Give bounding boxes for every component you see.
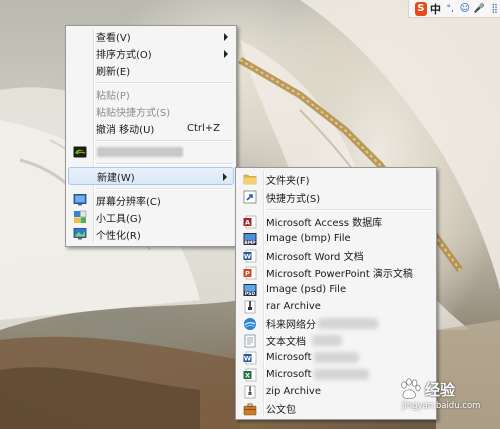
- menu-item-personalize[interactable]: 个性化(R): [68, 226, 234, 243]
- desktop-context-menu: 查看(V) 排序方式(O) 刷新(E) 粘贴(P) 粘贴快捷方式(S) 撤消 移…: [65, 25, 237, 247]
- ime-punctuation-toggle[interactable]: °,: [444, 2, 456, 16]
- new-item-shortcut[interactable]: 快捷方式(S): [238, 188, 434, 206]
- menu-item-label: 文本文档: [266, 337, 306, 348]
- menu-item-label: 公文包: [266, 405, 296, 416]
- rar-icon: [244, 300, 256, 314]
- sogou-ime-icon[interactable]: S: [415, 1, 427, 16]
- menu-item-undo-move[interactable]: 撤消 移动(U) Ctrl+Z: [68, 120, 234, 137]
- menu-separator: [97, 79, 234, 86]
- redacted-text: [313, 352, 359, 363]
- zip-icon: [244, 385, 256, 399]
- ime-toolbar: S 中 °, ☺ 🎤 ⣿: [408, 0, 500, 18]
- menu-item-label: 排序方式(O): [96, 50, 152, 61]
- word-icon: W: [243, 351, 257, 365]
- menu-item-label: 小工具(G): [96, 214, 142, 225]
- word-icon: W: [243, 249, 257, 263]
- display-icon: [73, 194, 87, 206]
- menu-item-new[interactable]: 新建(W): [68, 167, 234, 185]
- menu-item-paste-shortcut[interactable]: 粘贴快捷方式(S): [68, 103, 234, 120]
- personalize-icon: [73, 228, 87, 240]
- redacted-text: [313, 369, 369, 380]
- menu-item-label: 新建(W): [97, 172, 135, 184]
- access-icon: A: [243, 215, 257, 229]
- svg-text:BMP: BMP: [244, 240, 256, 246]
- gadgets-icon: [74, 210, 87, 223]
- menu-item-label: Image (psd) File: [266, 284, 347, 295]
- menu-separator: [97, 137, 234, 144]
- menu-item-label: 屏幕分辨率(C): [96, 197, 161, 208]
- submenu-arrow-icon: [224, 50, 228, 58]
- redacted-text: [318, 318, 378, 329]
- menu-item-label: 文件夹(F): [266, 175, 310, 187]
- svg-text:PSD: PSD: [245, 291, 256, 297]
- submenu-arrow-icon: [223, 173, 227, 181]
- svg-text:X: X: [245, 372, 250, 380]
- bmp-icon: BMP: [243, 233, 257, 246]
- svg-text:A: A: [245, 219, 250, 227]
- menu-item-shortcut: Ctrl+Z: [186, 123, 220, 134]
- text-document-icon: [244, 334, 256, 348]
- menu-item-label: Microsoft Word 文档: [266, 252, 364, 263]
- menu-separator: [267, 206, 434, 213]
- new-item-text-document[interactable]: 文本文档: [238, 332, 434, 349]
- menu-item-label: 快捷方式(S): [266, 193, 321, 205]
- svg-text:W: W: [244, 355, 251, 363]
- nvidia-icon: [73, 146, 87, 158]
- briefcase-icon: [243, 403, 257, 416]
- ime-microphone-icon[interactable]: 🎤: [474, 2, 486, 16]
- menu-separator: [97, 160, 234, 167]
- menu-item-label: Microsoft: [266, 352, 312, 363]
- menu-item-sort-by[interactable]: 排序方式(O): [68, 45, 234, 62]
- new-item-access-database[interactable]: A Microsoft Access 数据库: [238, 213, 434, 230]
- menu-separator: [97, 185, 234, 192]
- menu-item-gadgets[interactable]: 小工具(G): [68, 209, 234, 226]
- menu-item-paste[interactable]: 粘贴(P): [68, 86, 234, 103]
- menu-item-label: 科来网络分: [266, 320, 316, 331]
- menu-item-label: 查看(V): [96, 33, 131, 44]
- new-item-microsoft-word[interactable]: W Microsoft: [238, 349, 434, 366]
- new-item-rar-archive[interactable]: rar Archive: [238, 298, 434, 315]
- new-item-psd-image[interactable]: PSD Image (psd) File: [238, 281, 434, 298]
- watermark-brand: 经验: [425, 380, 456, 399]
- submenu-arrow-icon: [224, 33, 228, 41]
- excel-icon: X: [243, 368, 257, 382]
- menu-item-label: 刷新(E): [96, 67, 131, 78]
- menu-item-label: 粘贴快捷方式(S): [96, 108, 171, 119]
- folder-icon: [243, 174, 257, 185]
- ime-language-toggle[interactable]: 中: [430, 2, 442, 16]
- redacted-menu-label: [97, 147, 183, 157]
- new-item-bmp-image[interactable]: BMP Image (bmp) File: [238, 230, 434, 247]
- psd-icon: PSD: [243, 284, 257, 297]
- menu-item-label: rar Archive: [266, 301, 321, 312]
- menu-item-label: Image (bmp) File: [266, 233, 351, 244]
- menu-item-graphics-driver[interactable]: [68, 144, 234, 160]
- baidu-jingyan-watermark: 经验 jingyan.baidu.com: [398, 377, 498, 425]
- redacted-text: [312, 335, 342, 346]
- new-item-powerpoint[interactable]: P Microsoft PowerPoint 演示文稿: [238, 264, 434, 281]
- watermark-url: jingyan.baidu.com: [402, 401, 481, 411]
- network-analyzer-icon: [244, 318, 256, 330]
- menu-item-label: Microsoft Access 数据库: [266, 218, 383, 229]
- baidu-paw-icon: [401, 378, 421, 399]
- menu-item-label: zip Archive: [266, 386, 321, 397]
- ime-emoji-icon[interactable]: ☺: [459, 2, 471, 16]
- menu-item-label: Microsoft PowerPoint 演示文稿: [266, 269, 413, 280]
- menu-item-label: 撤消 移动(U): [96, 125, 155, 136]
- powerpoint-icon: P: [243, 266, 257, 280]
- menu-item-refresh[interactable]: 刷新(E): [68, 62, 234, 79]
- new-item-word-document[interactable]: W Microsoft Word 文档: [238, 247, 434, 264]
- svg-text:W: W: [244, 253, 251, 261]
- svg-text:P: P: [245, 270, 250, 278]
- shortcut-icon: [243, 190, 257, 204]
- new-item-network-analyzer[interactable]: 科来网络分: [238, 315, 434, 332]
- menu-item-view[interactable]: 查看(V): [68, 28, 234, 45]
- menu-item-label: 粘贴(P): [96, 91, 130, 102]
- ime-toolbox-icon[interactable]: ⣿: [488, 2, 500, 16]
- menu-item-label: 个性化(R): [96, 231, 141, 242]
- watermark-logo: 经验: [398, 377, 455, 401]
- new-item-folder[interactable]: 文件夹(F): [238, 170, 434, 188]
- menu-item-label: Microsoft: [266, 369, 312, 380]
- menu-item-screen-resolution[interactable]: 屏幕分辨率(C): [68, 192, 234, 209]
